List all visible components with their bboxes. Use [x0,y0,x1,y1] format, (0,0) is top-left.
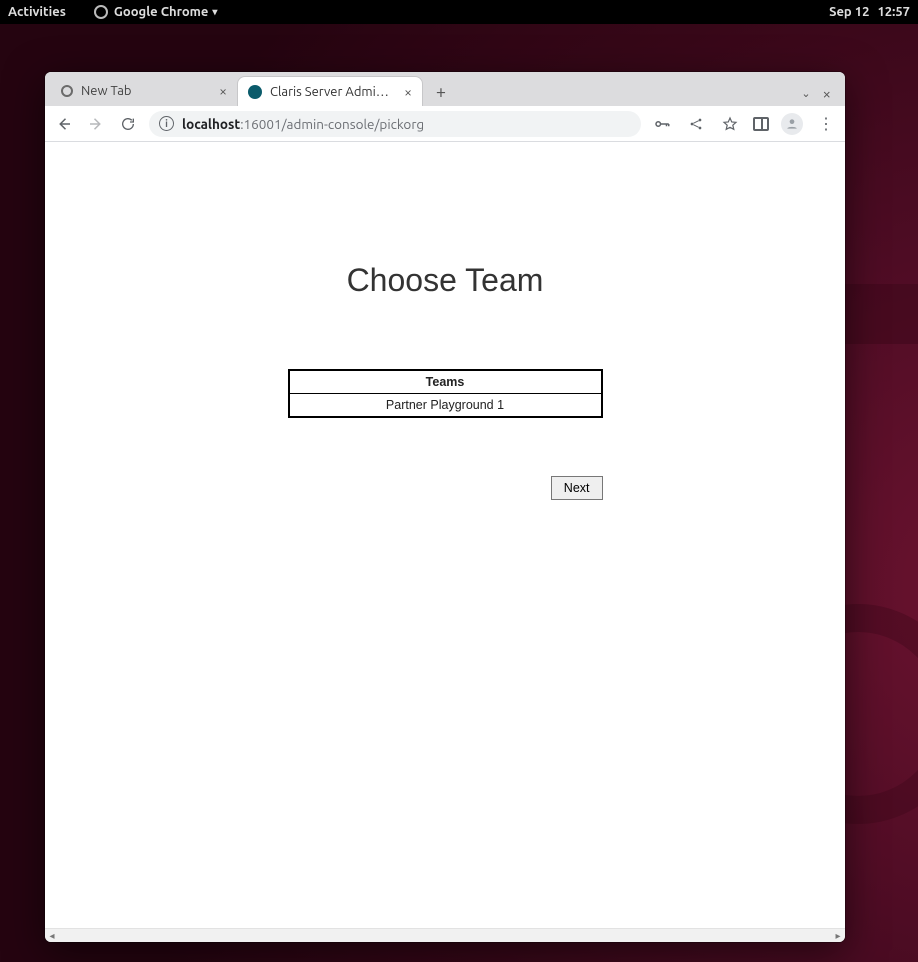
chrome-icon [94,5,108,19]
tab-new-tab[interactable]: New Tab × [51,76,237,106]
table-row[interactable]: Partner Playground 1 [289,394,602,418]
new-tab-button[interactable]: + [427,78,455,106]
star-icon [722,116,738,132]
page-viewport: Choose Team Teams Partner Playground 1 [45,142,845,942]
key-icon [653,115,671,133]
scroll-track[interactable] [61,931,829,941]
bookmark-button[interactable] [719,113,741,135]
favicon-blank-icon [61,85,73,97]
app-indicator-label: Google Chrome [114,5,209,19]
tab-close-icon[interactable]: × [219,84,227,98]
person-icon [785,117,799,131]
teams-table: Teams Partner Playground 1 [288,369,603,418]
share-icon [688,116,704,132]
side-panel-icon[interactable] [753,117,769,131]
url-text: localhost:16001/admin-console/pickorg [182,116,424,132]
tab-title: New Tab [81,84,211,98]
back-button[interactable] [53,113,75,135]
horizontal-scrollbar[interactable]: ◂ ▸ [45,928,845,942]
forward-button[interactable] [85,113,107,135]
address-bar[interactable]: i localhost:16001/admin-console/pickorg [149,111,641,137]
teams-header-cell: Teams [289,370,602,394]
profile-avatar[interactable] [781,113,803,135]
tab-title: Claris Server Admin Co [270,85,396,99]
scroll-right-icon[interactable]: ▸ [831,929,845,943]
app-indicator[interactable]: Google Chrome ▾ [94,5,218,19]
favicon-claris-icon [248,85,262,99]
desktop-wallpaper: New Tab × Claris Server Admin Co × + ⌄ × [0,24,918,962]
site-info-icon[interactable]: i [159,116,174,131]
next-button[interactable]: Next [551,476,603,500]
scroll-left-icon[interactable]: ◂ [45,929,59,943]
clock-time[interactable]: 12:57 [877,5,910,19]
gnome-top-bar: Activities Google Chrome ▾ Sep 12 12:57 [0,0,918,24]
next-button-wrap: Next [288,476,603,500]
url-path: :16001/admin-console/pickorg [240,116,424,132]
page-content: Choose Team Teams Partner Playground 1 [45,142,845,500]
tab-strip: New Tab × Claris Server Admin Co × + ⌄ × [45,72,845,106]
password-key-icon[interactable] [651,113,673,135]
team-cell[interactable]: Partner Playground 1 [289,394,602,418]
chrome-menu-button[interactable]: ⋮ [815,113,837,135]
reload-button[interactable] [117,113,139,135]
chevron-down-icon: ▾ [212,6,217,18]
window-close-icon[interactable]: × [823,85,831,102]
share-button[interactable] [685,113,707,135]
page-title: Choose Team [45,262,845,299]
table-header-row: Teams [289,370,602,394]
arrow-right-icon [87,115,105,133]
tab-close-icon[interactable]: × [404,85,412,99]
activities-button[interactable]: Activities [8,5,66,19]
chrome-window: New Tab × Claris Server Admin Co × + ⌄ × [45,72,845,942]
url-host: localhost [182,116,240,132]
browser-toolbar: i localhost:16001/admin-console/pickorg [45,106,845,142]
tab-list-chevron-icon[interactable]: ⌄ [801,87,810,100]
arrow-left-icon [55,115,73,133]
reload-icon [120,116,136,132]
clock-date[interactable]: Sep 12 [829,5,869,19]
tab-active[interactable]: Claris Server Admin Co × [237,76,423,106]
